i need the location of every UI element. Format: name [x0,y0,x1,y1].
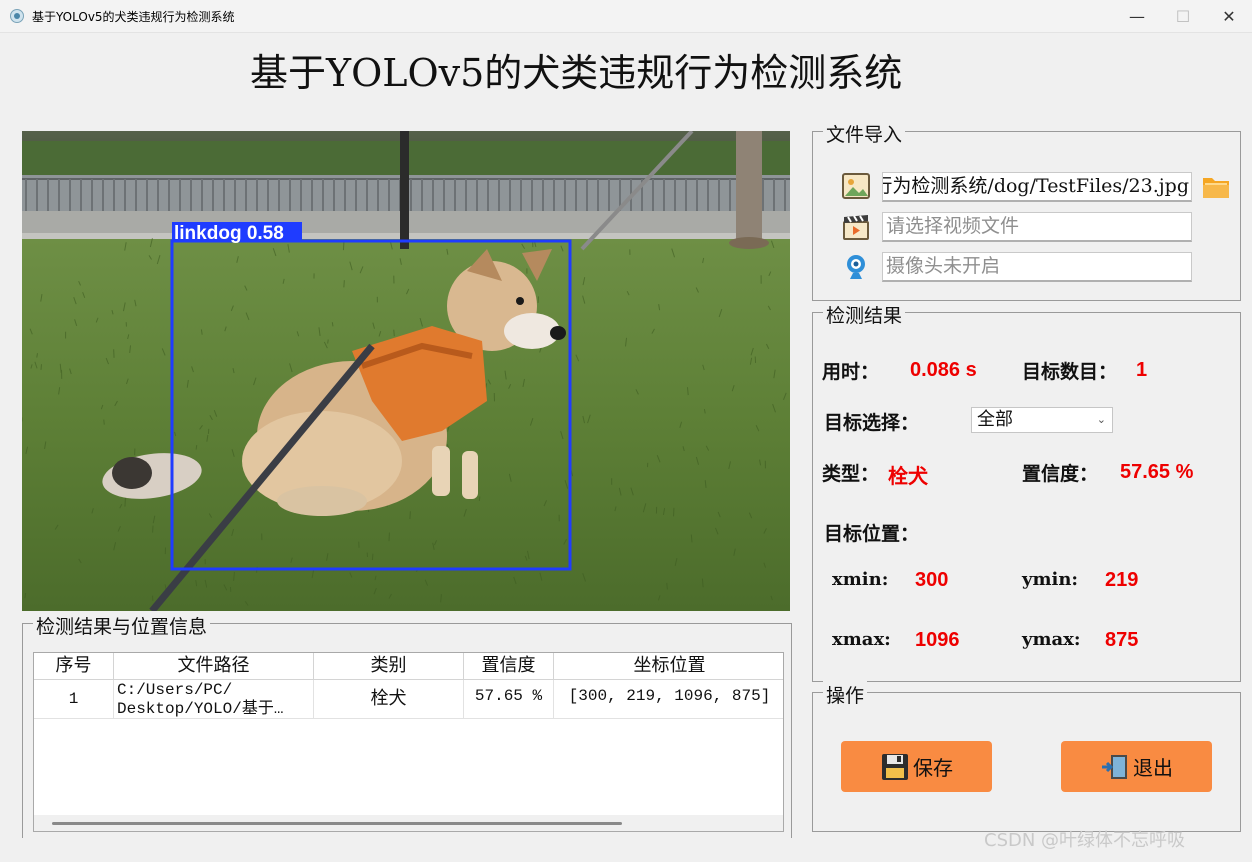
xmax-label: xmax: [832,629,891,650]
column-header[interactable]: 置信度 [464,653,554,679]
camera-icon[interactable] [841,252,871,282]
window-title: 基于YOLOv5的犬类违规行为检测系统 [32,10,235,24]
count-value: 1 [1136,359,1148,381]
folder-icon[interactable] [1201,171,1231,201]
time-value: 0.086 s [910,359,977,381]
result-table-title: 检测结果与位置信息 [33,612,211,639]
detection-result-group: 检测结果 用时： 0.086 s 目标数目： 1 目标选择： 全部 ⌄ 类型： … [812,301,1241,682]
chevron-down-icon: ⌄ [1096,413,1106,426]
confidence-label: 置信度： [1022,463,1099,485]
xmax-value: 1096 [915,629,960,651]
count-label: 目标数目： [1022,361,1118,383]
exit-label: 退出 [1133,756,1173,780]
cell-path-line1: C:/Users/PC/ [117,681,233,699]
operations-group: 操作 保存 退出 [812,681,1241,832]
cell-path-line2: Desktop/YOLO/基于… [117,700,284,718]
horizontal-scrollbar[interactable] [34,815,783,831]
ymin-label: ymin: [1022,569,1079,590]
cell-category: 栓犬 [314,680,464,718]
column-header[interactable]: 序号 [34,653,114,679]
cell-coords: [300, 219, 1096, 875] [568,687,771,705]
result-table-group: 检测结果与位置信息 序号 文件路径 类别 置信度 坐标位置 1 C:/Users… [22,612,792,838]
video-icon[interactable] [841,212,871,242]
target-select[interactable]: 全部 ⌄ [971,407,1113,433]
minimize-button[interactable]: — [1114,0,1160,32]
maximize-button[interactable]: ☐ [1160,0,1206,32]
detection-result-title: 检测结果 [823,301,906,328]
watermark: CSDN @叶绿体不忘呼吸 [984,830,1186,851]
scrollbar-thumb[interactable] [52,822,622,825]
column-header[interactable]: 坐标位置 [554,653,783,679]
window-title-bar: 基于YOLOv5的犬类违规行为检测系统 — ☐ ✕ [0,0,1252,33]
operations-title: 操作 [823,681,868,708]
ymax-label: ymax: [1022,629,1081,650]
xmin-value: 300 [915,569,949,591]
close-button[interactable]: ✕ [1206,0,1252,32]
page-title: 基于YOLOv5的犬类违规行为检测系统 [250,51,903,95]
xmin-label: xmin: [832,569,889,590]
time-label: 用时： [822,361,880,383]
cell-index: 1 [34,680,114,718]
ymax-value: 875 [1105,629,1139,651]
image-icon[interactable] [841,171,871,201]
table-row[interactable]: 1 C:/Users/PC/ Desktop/YOLO/基于… 栓犬 57.65… [34,680,783,719]
column-header[interactable]: 类别 [314,653,464,679]
exit-icon [1102,754,1127,779]
target-select-value: 全部 [977,409,1013,430]
confidence-value: 57.65 % [1120,461,1194,483]
file-import-title: 文件导入 [823,120,906,147]
save-button[interactable]: 保存 [841,741,992,792]
detection-label: linkdog 0.58 [174,223,284,244]
app-icon [10,9,24,23]
column-header[interactable]: 文件路径 [114,653,314,679]
image-path-field[interactable]: C:/Users/PC/Desktop/YOLO/基于YOLOv5的犬类违规行为… [882,172,1192,202]
ymin-value: 219 [1105,569,1139,591]
target-position-label: 目标位置： [824,523,920,545]
target-select-label: 目标选择： [824,412,920,434]
type-label: 类型： [822,463,880,485]
result-table[interactable]: 序号 文件路径 类别 置信度 坐标位置 1 C:/Users/PC/ Deskt… [33,652,784,832]
type-value: 栓犬 [888,464,928,488]
save-icon [882,753,908,780]
camera-status-field[interactable]: 摄像头未开启 [882,252,1192,282]
save-label: 保存 [913,756,953,780]
video-file-field[interactable]: 请选择视频文件 [882,212,1192,242]
file-import-group: 文件导入 C:/Users/PC/Desktop/YOLO/基于YOLOv5的犬… [812,120,1241,301]
detection-image: linkdog 0.58 [22,131,790,611]
cell-confidence: 57.65 % [464,680,554,718]
table-header: 序号 文件路径 类别 置信度 坐标位置 [34,653,783,680]
cell-path: C:/Users/PC/ Desktop/YOLO/基于… [114,680,314,718]
exit-button[interactable]: 退出 [1061,741,1212,792]
